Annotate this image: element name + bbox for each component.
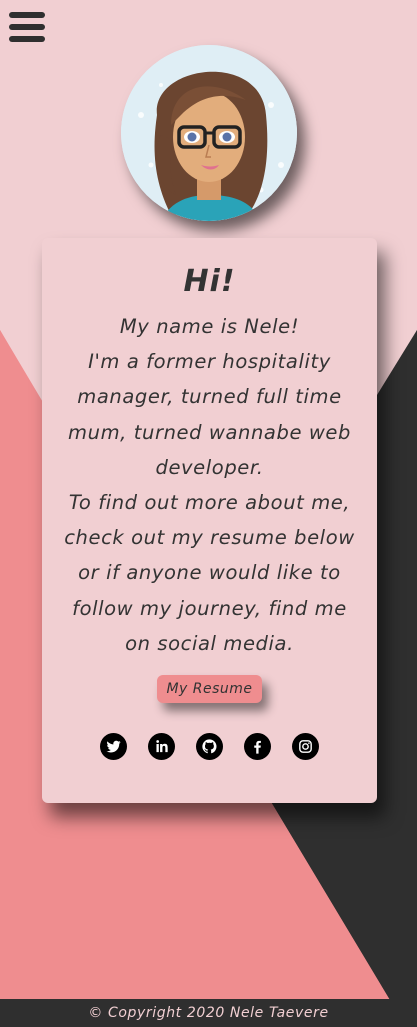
menu-bar-1 <box>9 12 45 18</box>
menu-bar-3 <box>9 36 45 42</box>
greeting-heading: Hi! <box>183 264 236 299</box>
social-links <box>42 733 377 761</box>
footer-copyright: © Copyright 2020 Nele Taevere <box>0 999 417 1027</box>
intro-card: Hi! My name is Nele! I'm a former hospit… <box>42 238 377 803</box>
resume-button[interactable]: My Resume <box>157 675 262 704</box>
bio-line: I'm a former hospitality manager, turned… <box>68 350 351 479</box>
avatar <box>121 45 297 221</box>
facebook-icon[interactable] <box>244 733 271 761</box>
bio-line: My name is Nele! <box>119 315 300 338</box>
twitter-icon[interactable] <box>100 733 127 761</box>
avatar-illustration <box>121 45 297 221</box>
linkedin-icon[interactable] <box>148 733 175 761</box>
github-icon[interactable] <box>196 733 223 761</box>
instagram-icon[interactable] <box>292 733 319 761</box>
menu-bar-2 <box>9 24 45 30</box>
bio-line: To find out more about me, check out my … <box>64 491 355 655</box>
hamburger-menu-icon[interactable] <box>9 12 45 42</box>
bio-text: My name is Nele! I'm a former hospitalit… <box>56 309 363 661</box>
